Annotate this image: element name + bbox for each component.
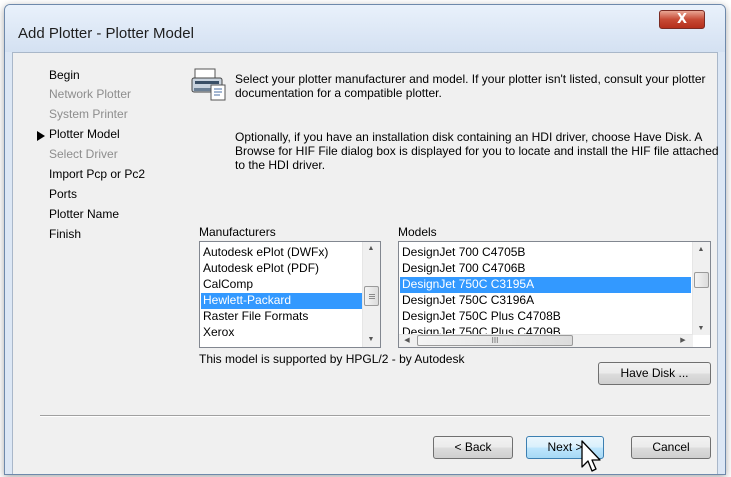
model-item-selected[interactable]: DesignJet 750C C3195A	[400, 277, 691, 293]
step-ports: Ports	[49, 187, 78, 201]
mouse-pointer-icon	[581, 440, 601, 472]
have-disk-button[interactable]: Have Disk ...	[598, 362, 711, 385]
step-plotter-model-label: Plotter Model	[49, 127, 120, 141]
back-button[interactable]: < Back	[433, 436, 513, 459]
step-plotter-model-current: Plotter Model	[37, 127, 120, 141]
step-finish: Finish	[49, 227, 82, 241]
scroll-thumb[interactable]	[364, 286, 379, 306]
scroll-up-icon[interactable]: ▲	[693, 246, 709, 253]
step-select-driver: Select Driver	[49, 147, 118, 161]
models-label: Models	[398, 225, 437, 239]
manufacturers-listbox[interactable]: Autodesk ePlot (DWFx) Autodesk ePlot (PD…	[199, 241, 381, 348]
step-begin: Begin	[49, 68, 80, 82]
manufacturers-label: Manufacturers	[199, 225, 276, 239]
manufacturer-item[interactable]: Autodesk ePlot (DWFx)	[203, 245, 328, 261]
manufacturer-item[interactable]: CalComp	[203, 277, 253, 293]
models-vertical-scrollbar[interactable]: ▲ ▼	[692, 242, 710, 335]
current-step-arrow-icon	[37, 131, 45, 141]
intro-text-1: Select your plotter manufacturer and mod…	[235, 72, 706, 100]
manufacturers-scrollbar[interactable]: ▲ ▼	[362, 242, 380, 347]
scroll-down-icon[interactable]: ▼	[693, 325, 709, 332]
step-import-pcp: Import Pcp or Pc2	[49, 167, 146, 181]
close-button[interactable]: X	[659, 10, 705, 29]
dialog-body: Begin Network Plotter System Printer Plo…	[12, 52, 719, 474]
driver-support-text: This model is supported by HPGL/2 - by A…	[199, 352, 465, 366]
close-icon: X	[676, 12, 688, 27]
scroll-thumb[interactable]: III	[417, 335, 573, 346]
intro-text-2: Optionally, if you have an installation …	[235, 130, 719, 172]
step-network-plotter: Network Plotter	[49, 87, 132, 101]
model-item[interactable]: DesignJet 700 C4706B	[402, 261, 525, 277]
scroll-down-icon[interactable]: ▼	[363, 336, 379, 343]
separator	[40, 415, 710, 417]
dialog-title: Add Plotter - Plotter Model	[18, 25, 194, 42]
step-system-printer: System Printer	[49, 107, 128, 121]
step-plotter-name: Plotter Name	[49, 207, 120, 221]
title-bar[interactable]: Add Plotter - Plotter Model X	[5, 5, 725, 52]
scroll-thumb[interactable]	[694, 272, 709, 288]
scroll-left-icon[interactable]: ◀	[402, 336, 412, 344]
plotter-icon	[191, 68, 226, 101]
models-listbox[interactable]: DesignJet 700 C4705B DesignJet 700 C4706…	[398, 241, 711, 348]
manufacturer-item[interactable]: Xerox	[203, 325, 234, 341]
models-horizontal-scrollbar[interactable]: ◀ III ▶	[399, 334, 693, 347]
manufacturer-item[interactable]: Autodesk ePlot (PDF)	[203, 261, 319, 277]
model-item[interactable]: DesignJet 750C C3196A	[402, 293, 534, 309]
cancel-button[interactable]: Cancel	[631, 436, 711, 459]
model-item[interactable]: DesignJet 700 C4705B	[402, 245, 525, 261]
scroll-right-icon[interactable]: ▶	[678, 336, 688, 344]
manufacturer-item-selected[interactable]: Hewlett-Packard	[201, 293, 363, 309]
model-item[interactable]: DesignJet 750C Plus C4708B	[402, 309, 561, 325]
manufacturer-item[interactable]: Raster File Formats	[203, 309, 308, 325]
scroll-up-icon[interactable]: ▲	[363, 245, 379, 252]
add-plotter-dialog: Add Plotter - Plotter Model X Begin Netw…	[4, 4, 726, 475]
